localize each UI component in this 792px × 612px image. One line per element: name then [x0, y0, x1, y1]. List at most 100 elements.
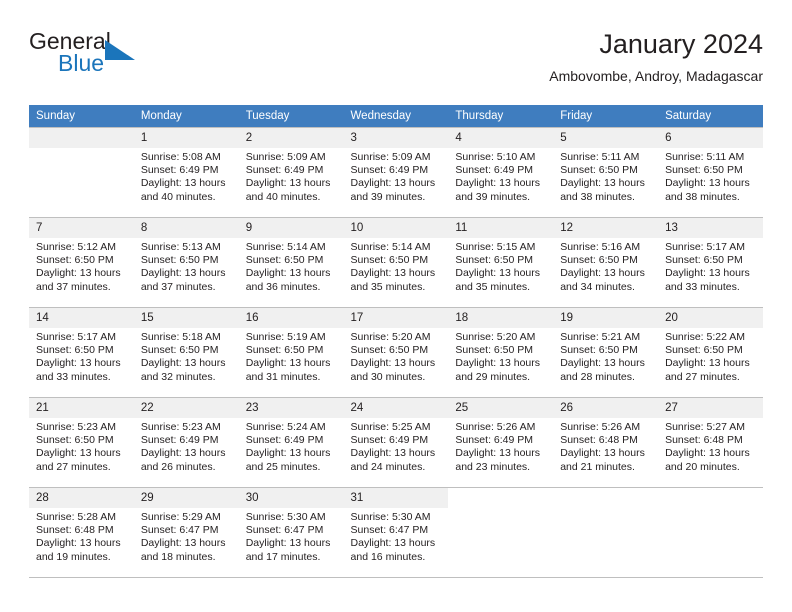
daylight-text-line2: and 40 minutes. [245, 190, 321, 203]
daylight-text-line2: and 26 minutes. [140, 460, 216, 473]
calendar-day-cell[interactable]: 12 Sunrise: 5:16 AM Sunset: 6:50 PM Dayligh… [553, 217, 659, 308]
calendar-day-cell[interactable]: 22 Sunrise: 5:23 AM Sunset: 6:49 PM Dayligh… [133, 397, 239, 488]
day-number: 7 [29, 218, 134, 238]
day-number: 16 [238, 308, 344, 328]
calendar-day-cell[interactable]: 25 Sunrise: 5:26 AM Sunset: 6:49 PM Dayligh… [448, 397, 554, 488]
day-sun-info: Sunrise: 5:27 AM Sunset: 6:48 PM Daylight:… [658, 418, 763, 474]
day-sun-info: Sunrise: 5:11 AM Sunset: 6:50 PM Daylight:… [553, 148, 658, 204]
day-sun-info: Sunrise: 5:24 AM Sunset: 6:49 PM Daylight:… [239, 418, 344, 474]
day-sun-info: Sunrise: 5:14 AM Sunset: 6:50 PM Daylight:… [239, 238, 344, 294]
calendar-day-cell[interactable]: 20 Sunrise: 5:22 AM Sunset: 6:50 PM Dayligh… [658, 307, 763, 398]
calendar-day-cell[interactable]: 13 Sunrise: 5:17 AM Sunset: 6:50 PM Dayligh… [658, 217, 763, 308]
daylight-text-line1: Daylight: 13 hours [140, 177, 226, 190]
sunset-text: Sunset: 6:48 PM [665, 434, 743, 447]
calendar-day-cell[interactable]: 15 Sunrise: 5:18 AM Sunset: 6:50 PM Dayligh… [133, 307, 239, 398]
page-header: General Blue January 2024 Ambovombe, And… [29, 28, 763, 100]
daylight-text-line1: Daylight: 13 hours [455, 357, 541, 370]
day-cell-inner: 25 Sunrise: 5:26 AM Sunset: 6:49 PM Dayligh… [448, 398, 554, 487]
sunset-text: Sunset: 6:50 PM [455, 344, 534, 357]
day-sun-info: Sunrise: 5:15 AM Sunset: 6:50 PM Daylight:… [448, 238, 553, 294]
daylight-text-line1: Daylight: 13 hours [665, 267, 750, 280]
calendar-day-cell[interactable]: 21 Sunrise: 5:23 AM Sunset: 6:50 PM Dayligh… [29, 397, 134, 488]
daylight-text-line2: and 27 minutes. [36, 460, 111, 473]
sunrise-text: Sunrise: 5:20 AM [455, 331, 536, 343]
day-sun-info: Sunrise: 5:30 AM Sunset: 6:47 PM Daylight:… [239, 508, 344, 564]
calendar-day-cell[interactable]: 2 Sunrise: 5:09 AM Sunset: 6:49 PM Daylight… [238, 127, 344, 218]
calendar-day-cell[interactable]: 29 Sunrise: 5:29 AM Sunset: 6:47 PM Dayligh… [133, 487, 239, 578]
calendar-day-cell[interactable]: 7 Sunrise: 5:12 AM Sunset: 6:50 PM Daylight… [29, 217, 134, 308]
daylight-text-line1: Daylight: 13 hours [140, 447, 226, 460]
calendar-day-cell[interactable]: 4 Sunrise: 5:10 AM Sunset: 6:49 PM Daylight… [448, 127, 554, 218]
sunrise-text: Sunrise: 5:28 AM [36, 511, 116, 523]
daylight-text-line1: Daylight: 13 hours [36, 447, 121, 460]
sunrise-text: Sunrise: 5:09 AM [350, 151, 431, 163]
daylight-text-line2: and 40 minutes. [140, 190, 216, 203]
day-number: 23 [238, 398, 344, 418]
calendar-day-cell[interactable]: 26 Sunrise: 5:26 AM Sunset: 6:48 PM Dayligh… [553, 397, 659, 488]
calendar-day-cell[interactable]: 18 Sunrise: 5:20 AM Sunset: 6:50 PM Dayligh… [448, 307, 554, 398]
sunrise-text: Sunrise: 5:16 AM [560, 241, 641, 253]
day-sun-info: Sunrise: 5:16 AM Sunset: 6:50 PM Daylight:… [553, 238, 658, 294]
day-number: 5 [553, 128, 659, 148]
calendar-day-cell[interactable]: 19 Sunrise: 5:21 AM Sunset: 6:50 PM Dayligh… [553, 307, 659, 398]
calendar-week-row: 7 Sunrise: 5:12 AM Sunset: 6:50 PM Daylight… [29, 217, 763, 308]
day-cell-inner: 20 Sunrise: 5:22 AM Sunset: 6:50 PM Dayligh… [658, 308, 763, 397]
calendar-day-cell[interactable]: 10 Sunrise: 5:14 AM Sunset: 6:50 PM Dayligh… [343, 217, 449, 308]
sunset-text: Sunset: 6:49 PM [140, 434, 219, 447]
day-cell-inner: 9 Sunrise: 5:14 AM Sunset: 6:50 PM Daylight… [238, 218, 344, 307]
calendar-day-cell[interactable]: 23 Sunrise: 5:24 AM Sunset: 6:49 PM Dayligh… [238, 397, 344, 488]
day-sun-info: Sunrise: 5:19 AM Sunset: 6:50 PM Daylight:… [239, 328, 344, 384]
daylight-text-line2: and 27 minutes. [665, 370, 740, 383]
daylight-text-line2: and 29 minutes. [455, 370, 531, 383]
calendar-day-cell[interactable]: 28 Sunrise: 5:28 AM Sunset: 6:48 PM Dayligh… [29, 487, 134, 578]
day-sun-info: Sunrise: 5:13 AM Sunset: 6:50 PM Daylight:… [134, 238, 239, 294]
calendar-day-cell[interactable]: 9 Sunrise: 5:14 AM Sunset: 6:50 PM Daylight… [238, 217, 344, 308]
daylight-text-line2: and 38 minutes. [665, 190, 740, 203]
sunrise-text: Sunrise: 5:14 AM [245, 241, 326, 253]
calendar-day-cell[interactable]: 1 Sunrise: 5:08 AM Sunset: 6:49 PM Daylight… [133, 127, 239, 218]
calendar-day-cell[interactable]: 27 Sunrise: 5:27 AM Sunset: 6:48 PM Dayligh… [658, 397, 763, 488]
calendar-day-cell[interactable]: 11 Sunrise: 5:15 AM Sunset: 6:50 PM Dayligh… [448, 217, 554, 308]
day-cell-inner: 7 Sunrise: 5:12 AM Sunset: 6:50 PM Daylight… [29, 218, 134, 307]
title-block: January 2024 Ambovombe, Androy, Madagasc… [549, 28, 763, 85]
day-number [553, 488, 659, 508]
sunrise-text: Sunrise: 5:25 AM [350, 421, 431, 433]
day-cell-inner: 31 Sunrise: 5:30 AM Sunset: 6:47 PM Dayligh… [343, 488, 449, 577]
calendar-day-cell[interactable]: 6 Sunrise: 5:11 AM Sunset: 6:50 PM Daylight… [658, 127, 763, 218]
daylight-text-line1: Daylight: 13 hours [245, 357, 331, 370]
day-number: 21 [29, 398, 134, 418]
day-sun-info: Sunrise: 5:09 AM Sunset: 6:49 PM Daylight:… [239, 148, 344, 204]
sunset-text: Sunset: 6:50 PM [245, 254, 324, 267]
daylight-text-line1: Daylight: 13 hours [350, 267, 436, 280]
day-sun-info: Sunrise: 5:29 AM Sunset: 6:47 PM Daylight:… [134, 508, 239, 564]
calendar-day-cell[interactable]: 14 Sunrise: 5:17 AM Sunset: 6:50 PM Dayligh… [29, 307, 134, 398]
day-cell-inner: 10 Sunrise: 5:14 AM Sunset: 6:50 PM Dayligh… [343, 218, 449, 307]
general-blue-logo[interactable]: General Blue [29, 28, 229, 84]
day-cell-inner [553, 488, 659, 577]
calendar-day-cell[interactable]: 24 Sunrise: 5:25 AM Sunset: 6:49 PM Dayligh… [343, 397, 449, 488]
calendar-day-cell[interactable]: 5 Sunrise: 5:11 AM Sunset: 6:50 PM Daylight… [553, 127, 659, 218]
day-cell-inner: 16 Sunrise: 5:19 AM Sunset: 6:50 PM Dayligh… [238, 308, 344, 397]
sunrise-text: Sunrise: 5:17 AM [665, 241, 746, 253]
calendar-day-cell[interactable]: 31 Sunrise: 5:30 AM Sunset: 6:47 PM Dayligh… [343, 487, 449, 578]
day-cell-inner: 1 Sunrise: 5:08 AM Sunset: 6:49 PM Daylight… [133, 128, 239, 217]
daylight-text-line1: Daylight: 13 hours [350, 177, 436, 190]
sunset-text: Sunset: 6:50 PM [455, 254, 534, 267]
day-number: 4 [448, 128, 554, 148]
daylight-text-line1: Daylight: 13 hours [665, 447, 750, 460]
calendar-day-cell[interactable]: 8 Sunrise: 5:13 AM Sunset: 6:50 PM Daylight… [133, 217, 239, 308]
day-number: 14 [29, 308, 134, 328]
daylight-text-line2: and 18 minutes. [140, 550, 216, 563]
weekday-header-wednesday: Wednesday [343, 105, 449, 128]
calendar-day-cell[interactable]: 3 Sunrise: 5:09 AM Sunset: 6:49 PM Daylight… [343, 127, 449, 218]
daylight-text-line1: Daylight: 13 hours [665, 357, 750, 370]
daylight-text-line1: Daylight: 13 hours [455, 447, 541, 460]
calendar-day-cell[interactable]: 30 Sunrise: 5:30 AM Sunset: 6:47 PM Dayligh… [238, 487, 344, 578]
daylight-text-line2: and 19 minutes. [36, 550, 111, 563]
day-sun-info: Sunrise: 5:22 AM Sunset: 6:50 PM Daylight:… [658, 328, 763, 384]
daylight-text-line2: and 35 minutes. [350, 280, 426, 293]
sunrise-text: Sunrise: 5:10 AM [455, 151, 536, 163]
calendar-day-cell[interactable]: 16 Sunrise: 5:19 AM Sunset: 6:50 PM Dayligh… [238, 307, 344, 398]
calendar-day-cell[interactable]: 17 Sunrise: 5:20 AM Sunset: 6:50 PM Dayligh… [343, 307, 449, 398]
daylight-text-line2: and 24 minutes. [350, 460, 426, 473]
